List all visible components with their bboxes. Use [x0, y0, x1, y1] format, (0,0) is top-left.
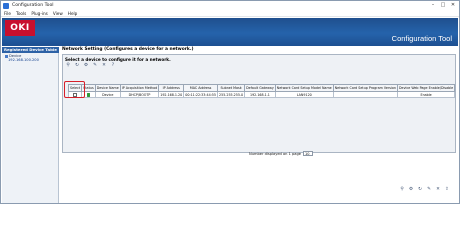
tree-item-ip[interactable]: 192.168.100.200 — [5, 58, 58, 62]
main-content: Network Setting (Configures a device for… — [60, 47, 458, 203]
minimize-button[interactable]: – — [429, 2, 437, 8]
table-header-row: Select Status Device Name IP Acquisition… — [67, 84, 456, 92]
col-subnet-mask[interactable]: Subnet Mask — [216, 84, 246, 92]
mac-address-cell: 00:11:22:33:44:55 — [183, 91, 218, 98]
close-button[interactable]: ✕ — [449, 2, 457, 8]
page-title: Network Setting (Configures a device for… — [62, 47, 194, 52]
device-name-cell: Device — [94, 91, 121, 98]
window-title: Configuration Tool — [12, 3, 54, 8]
program-version-cell — [332, 91, 399, 98]
settings-icon[interactable]: ⚙ — [83, 63, 89, 68]
col-program-version[interactable]: Network Card Setup Program Version — [332, 84, 399, 92]
refresh-icon[interactable]: ↻ — [417, 187, 423, 192]
col-device-name[interactable]: Device Name — [94, 84, 121, 92]
col-default-gateway[interactable]: Default Gateway — [244, 84, 276, 92]
subnet-mask-cell: 255.255.255.0 — [216, 91, 246, 98]
col-mac-address[interactable]: MAC Address — [183, 84, 218, 92]
device-panel: Select a device to configure it for a ne… — [62, 54, 456, 156]
menu-plugins[interactable]: Plug-ins — [31, 11, 48, 16]
product-title: Configuration Tool — [391, 34, 452, 43]
sidebar: Registered Device Table Device 192.168.1… — [2, 47, 59, 203]
table-row[interactable]: Device DHCP/BOOTP 192.168.1.20 00:11:22:… — [67, 91, 456, 98]
edit-icon[interactable]: ✎ — [426, 187, 432, 192]
menu-help[interactable]: Help — [68, 11, 78, 16]
menu-view[interactable]: View — [53, 11, 63, 16]
ip-method-cell: DHCP/BOOTP — [119, 91, 160, 98]
sidebar-header: Registered Device Table — [2, 47, 59, 53]
device-tree: Device 192.168.100.200 — [2, 53, 58, 62]
app-icon — [3, 2, 9, 9]
delete-icon[interactable]: ✕ — [435, 187, 441, 192]
page-size-select[interactable]: 10 — [303, 151, 313, 156]
device-table: Select Status Device Name IP Acquisition… — [67, 84, 456, 98]
help-icon[interactable]: ? — [110, 63, 116, 68]
ip-address-cell: 192.168.1.20 — [158, 91, 185, 98]
app-window: Configuration Tool – □ ✕ File Tools Plug… — [0, 0, 460, 204]
page-size-label: Number displayed on 1 page — [249, 151, 301, 156]
export-icon[interactable]: ⇪ — [444, 187, 450, 192]
header-banner: OKI Configuration Tool — [2, 18, 458, 46]
logo-text: OKI — [10, 23, 30, 33]
menu-bar: File Tools Plug-ins View Help — [1, 10, 459, 17]
model-name-cell: LAN9120 — [274, 91, 334, 98]
col-web-page[interactable]: Device Web Page Enable/Disable — [397, 84, 456, 92]
col-ip-address[interactable]: IP Address — [158, 84, 185, 92]
refresh-icon[interactable]: ↻ — [74, 63, 80, 68]
col-ip-method[interactable]: IP Acquisition Method — [119, 84, 160, 92]
bottom-toolbar: ⚲ ⚙ ↻ ✎ ✕ ⇪ — [399, 187, 450, 192]
window-controls: – □ ✕ — [429, 2, 457, 8]
title-bar: Configuration Tool – □ ✕ — [1, 1, 459, 10]
search-icon[interactable]: ⚲ — [399, 187, 405, 192]
menu-tools[interactable]: Tools — [16, 11, 26, 16]
gateway-cell: 192.168.1.1 — [244, 91, 276, 98]
col-model-name[interactable]: Network Card Setup Model Name — [274, 84, 334, 92]
oki-logo: OKI — [5, 20, 35, 36]
delete-icon[interactable]: ✕ — [101, 63, 107, 68]
panel-heading: Select a device to configure it for a ne… — [65, 57, 171, 62]
toolbar: ⚲ ↻ ⚙ ✎ ✕ ? — [63, 62, 455, 68]
page-size-control: Number displayed on 1 page 10 — [249, 151, 313, 156]
settings-icon[interactable]: ⚙ — [408, 187, 414, 192]
menu-file[interactable]: File — [4, 11, 11, 16]
device-status-icon — [87, 92, 91, 97]
tree-item-label: 192.168.100.200 — [8, 58, 39, 62]
edit-icon[interactable]: ✎ — [92, 63, 98, 68]
web-page-cell: Enable — [397, 91, 456, 98]
search-icon[interactable]: ⚲ — [65, 63, 71, 68]
selection-highlight — [64, 81, 85, 98]
maximize-button[interactable]: □ — [439, 2, 447, 8]
